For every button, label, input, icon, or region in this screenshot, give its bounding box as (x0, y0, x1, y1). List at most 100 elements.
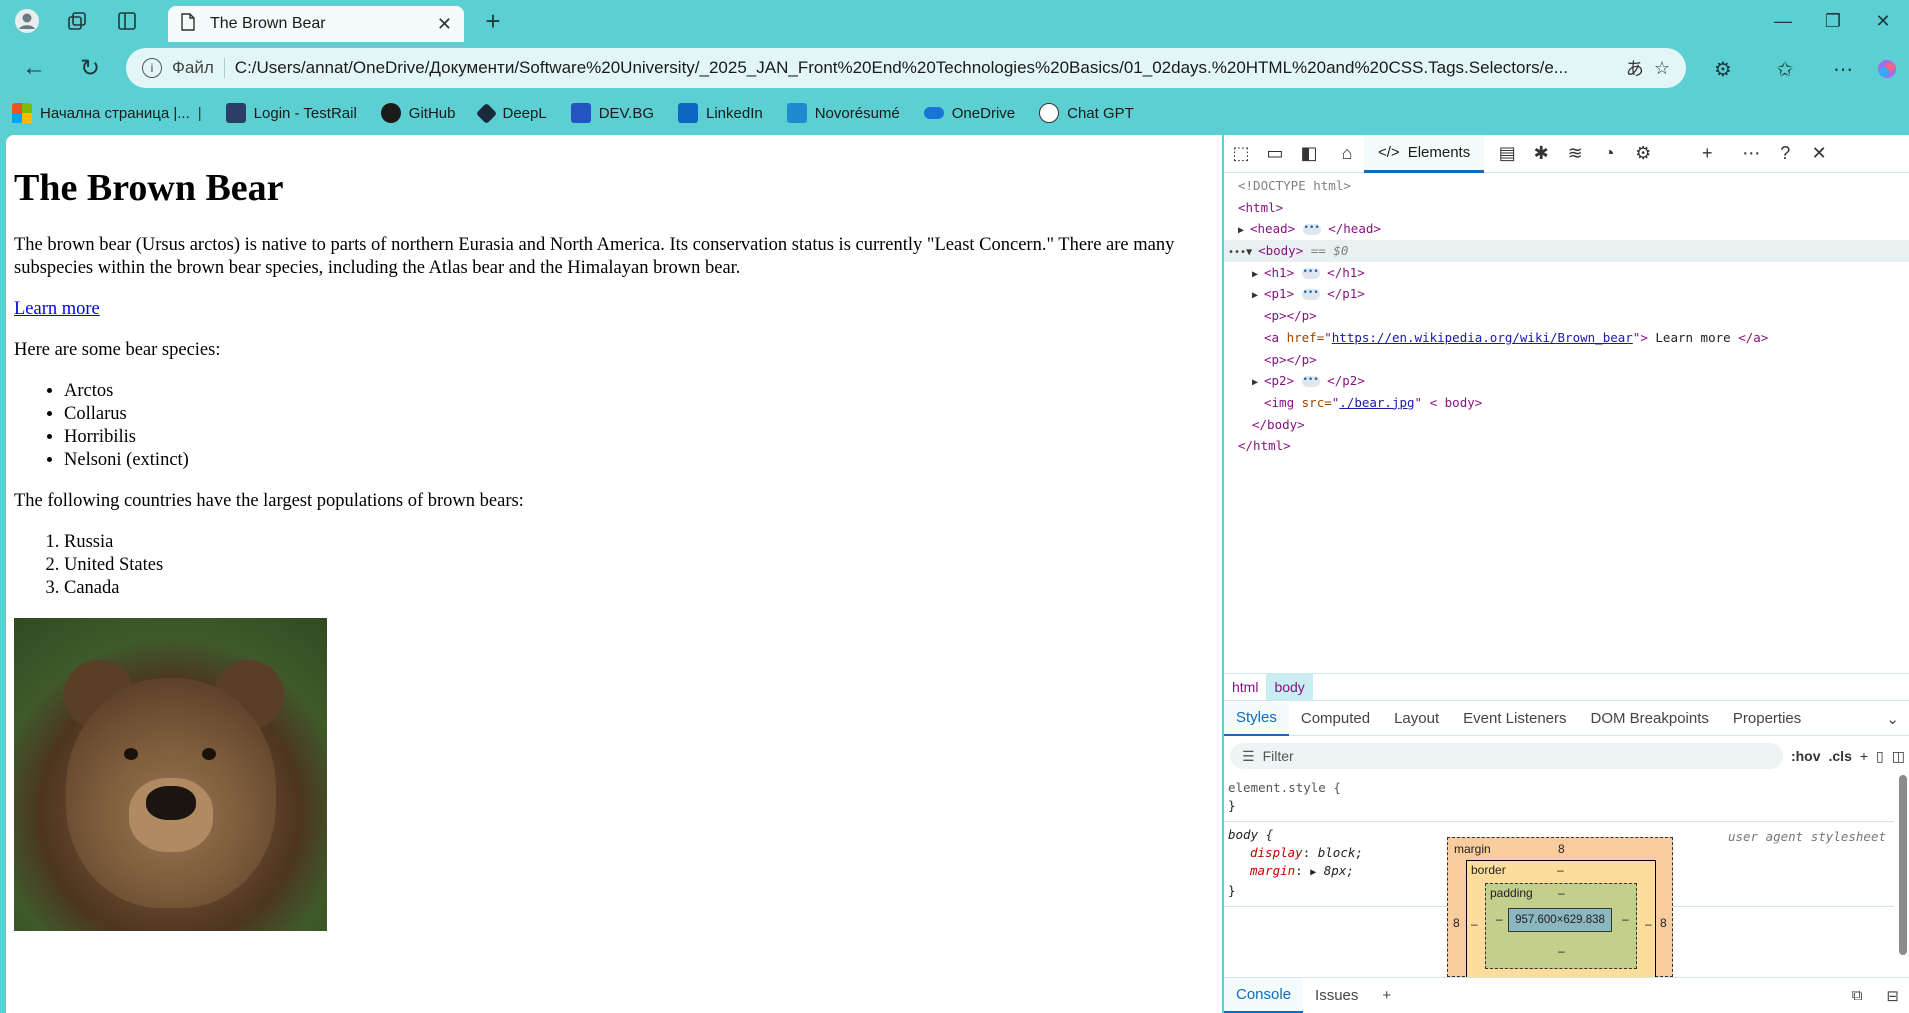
more-tools-icon[interactable]: + (1690, 137, 1724, 171)
collapse-triangle-icon[interactable]: ▼ (1246, 242, 1258, 264)
dom-node-h1[interactable]: ▶ <h1> ••• </h1> (1224, 262, 1909, 284)
dom-node-img[interactable]: <img src="./bear.jpg" < body> (1224, 392, 1909, 414)
home-icon[interactable]: ⌂ (1330, 137, 1364, 171)
bookmark-item[interactable]: GitHub (380, 103, 455, 123)
dom-node-p2[interactable]: ▶ <p2> ••• </p2> (1224, 370, 1909, 392)
dom-node-body[interactable]: •••▼ <body> == $0 (1224, 240, 1909, 262)
console-icon[interactable]: ▤ (1490, 137, 1524, 171)
sources-bug-icon[interactable]: ✱ (1524, 137, 1558, 171)
tab-event-listeners[interactable]: Event Listeners (1451, 702, 1578, 736)
workspaces-icon[interactable] (62, 6, 92, 36)
device-emulation-icon[interactable]: ▭ (1258, 137, 1292, 171)
deepl-icon (476, 102, 498, 124)
restore-icon[interactable]: ❐ (1810, 6, 1856, 36)
dom-node-p[interactable]: <p></p> (1224, 349, 1909, 371)
dock-icon[interactable]: ◧ (1292, 137, 1326, 171)
dom-node-p[interactable]: <p></p> (1224, 305, 1909, 327)
ellipsis-icon[interactable]: ••• (1302, 224, 1321, 236)
hov-toggle[interactable]: :hov (1791, 748, 1821, 764)
vertical-tabs-icon[interactable] (112, 6, 142, 36)
dom-node-a[interactable]: <a href="https://en.wikipedia.org/wiki/B… (1224, 327, 1909, 349)
styles-scrollbar[interactable] (1896, 755, 1908, 975)
dom-node-body-close[interactable]: </body> (1224, 414, 1909, 436)
copilot-icon[interactable] (1870, 52, 1904, 86)
page-icon (180, 12, 196, 36)
close-drawer-icon[interactable]: ⊟ (1874, 979, 1909, 1013)
performance-icon[interactable]: ◔ (1592, 137, 1626, 171)
profile-icon[interactable] (12, 6, 42, 36)
cls-toggle[interactable]: .cls (1829, 748, 1852, 764)
address-bar[interactable]: i Файл C:/Users/annat/OneDrive/Документи… (126, 48, 1686, 88)
element-style-rule[interactable]: element.style { } (1224, 775, 1894, 822)
close-tab-icon[interactable]: ✕ (437, 14, 452, 35)
tab-dom-breakpoints[interactable]: DOM Breakpoints (1579, 702, 1721, 736)
new-rule-icon[interactable]: + (1860, 748, 1868, 764)
ellipsis-icon[interactable]: ••• (1301, 267, 1320, 279)
box-model-content[interactable]: 957.600×629.838 (1508, 908, 1612, 932)
tab-computed[interactable]: Computed (1289, 702, 1382, 736)
breadcrumb-html[interactable]: html (1224, 674, 1266, 700)
refresh-icon[interactable]: ↻ (72, 50, 108, 86)
expand-triangle-icon[interactable]: ▶ (1252, 285, 1264, 307)
box-model-margin[interactable]: margin 8 8 8 border – – – padding – – – … (1447, 837, 1673, 978)
filter-input[interactable]: ☰ Filter (1230, 743, 1783, 769)
paint-icon[interactable]: ▯ (1876, 748, 1884, 765)
active-tab[interactable]: The Brown Bear ✕ (168, 6, 464, 42)
bookmark-item[interactable]: DEV.BG (570, 103, 654, 123)
bookmark-item[interactable]: LinkedIn (678, 103, 763, 123)
bookmark-item[interactable]: Начална страница |... | (12, 103, 202, 123)
chevron-down-icon[interactable]: ⌄ (1874, 702, 1909, 736)
expand-triangle-icon[interactable]: ▶ (1238, 220, 1250, 242)
bookmark-item[interactable]: DeepL (476, 102, 547, 124)
file-label: Файл (172, 58, 225, 78)
favorite-star-icon[interactable]: ☆ (1654, 58, 1670, 79)
href-link[interactable]: https://en.wikipedia.org/wiki/Brown_bear (1332, 330, 1633, 345)
info-icon[interactable]: i (142, 58, 162, 78)
list-item: Horribilis (64, 426, 1214, 449)
network-wifi-icon[interactable]: ≋ (1558, 137, 1592, 171)
tab-issues[interactable]: Issues (1303, 979, 1370, 1013)
dom-node-html-close[interactable]: </html> (1224, 435, 1909, 457)
customize-icon[interactable]: ⋯ (1734, 137, 1768, 171)
ellipsis-icon[interactable]: ••• (1301, 376, 1320, 388)
back-icon[interactable]: ← (16, 50, 52, 86)
img-src-link[interactable]: ./bear.jpg (1339, 395, 1414, 410)
dock-drawer-icon[interactable]: ⧉ (1840, 979, 1875, 1013)
dom-node-head[interactable]: ▶ <head> ••• </head> (1224, 218, 1909, 240)
dom-node-p1[interactable]: ▶ <p1> ••• </p1> (1224, 283, 1909, 305)
list-item: Collarus (64, 403, 1214, 426)
tab-styles[interactable]: Styles (1224, 701, 1289, 736)
bear-image (14, 617, 327, 931)
bookmark-item[interactable]: Chat GPT (1039, 103, 1134, 123)
inspect-icon[interactable]: ⬚ (1224, 137, 1258, 171)
close-window-icon[interactable]: ✕ (1860, 6, 1906, 36)
dom-node-html[interactable]: <html> (1224, 197, 1909, 219)
help-icon[interactable]: ? (1768, 137, 1802, 171)
expand-triangle-icon[interactable]: ▶ (1252, 372, 1264, 394)
ellipsis-icon[interactable]: ••• (1301, 289, 1320, 301)
box-model-border[interactable]: border – – – padding – – – – 957.600×629… (1466, 860, 1656, 978)
settings-gear-icon[interactable]: ⚙ (1626, 137, 1660, 171)
read-aloud-icon[interactable]: あ (1626, 55, 1644, 81)
learn-more-link[interactable]: Learn more (14, 299, 100, 319)
close-devtools-icon[interactable]: ✕ (1802, 137, 1836, 171)
bookmark-item[interactable]: OneDrive (923, 105, 1015, 122)
more-menu-icon[interactable]: ⋯ (1826, 52, 1860, 86)
tab-properties[interactable]: Properties (1721, 702, 1813, 736)
expand-triangle-icon[interactable]: ▶ (1252, 264, 1264, 286)
tab-elements[interactable]: </> Elements (1364, 134, 1485, 173)
tab-layout[interactable]: Layout (1382, 702, 1451, 736)
minimize-icon[interactable]: — (1760, 6, 1806, 36)
box-model-padding[interactable]: padding – – – – 957.600×629.838 (1485, 883, 1637, 969)
breadcrumb-body[interactable]: body (1266, 674, 1313, 700)
expand-triangle-icon[interactable]: ▶ (1310, 867, 1316, 878)
tab-console[interactable]: Console (1224, 978, 1304, 1013)
bookmark-item[interactable]: Novorésumé (786, 103, 900, 123)
add-drawer-tab-icon[interactable]: + (1370, 979, 1403, 1013)
bookmark-item[interactable]: Login - TestRail (225, 103, 357, 123)
extensions-icon[interactable]: ⚙ (1706, 52, 1740, 86)
favorites-icon[interactable]: ✩ (1768, 52, 1802, 86)
row-menu-icon[interactable]: ••• (1228, 247, 1246, 258)
url-text[interactable]: C:/Users/annat/OneDrive/Документи/Softwa… (235, 58, 1616, 78)
new-tab-icon[interactable]: + (478, 6, 508, 36)
